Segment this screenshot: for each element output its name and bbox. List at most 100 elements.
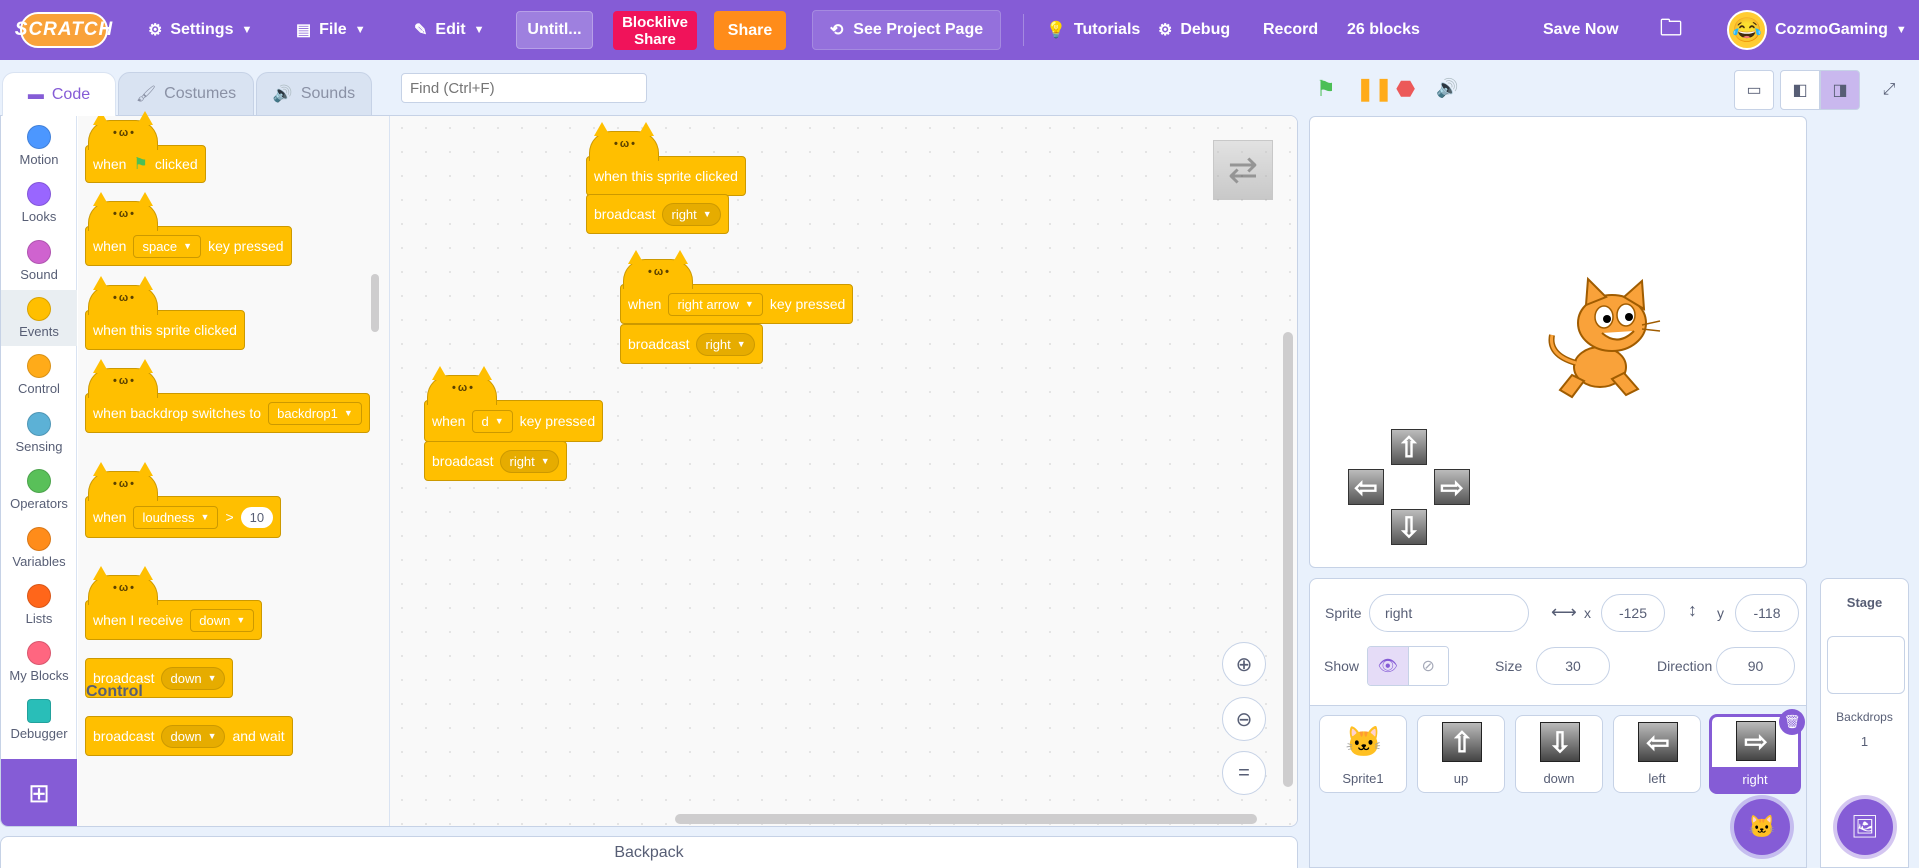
script-broadcast-block[interactable]: broadcast right ▼ <box>586 194 729 234</box>
key-dropdown[interactable]: right arrow ▼ <box>668 292 763 316</box>
left-arrow-sprite[interactable]: ⇦ <box>1348 469 1384 505</box>
script-when-sprite-clicked-hat[interactable]: •ω• when this sprite clicked <box>586 122 746 196</box>
file-menu[interactable]: ▤ File ▼ <box>296 0 366 60</box>
tab-code[interactable]: ▬ Code <box>2 72 116 116</box>
fullscreen-button[interactable]: ⤢ <box>1869 70 1909 110</box>
y-position-input[interactable]: -118 <box>1735 594 1799 632</box>
category-my-blocks[interactable]: My Blocks <box>1 634 77 690</box>
sprite-tile-left[interactable]: ⇦ left <box>1613 715 1701 793</box>
category-control[interactable]: Control <box>1 347 77 403</box>
tab-costumes[interactable]: 🖌 Costumes <box>118 72 254 116</box>
block-text: key pressed <box>208 238 284 254</box>
backpack-bar[interactable]: Backpack <box>0 836 1298 868</box>
choose-sprite-button[interactable]: 🐱 <box>1734 799 1790 855</box>
console-view-button[interactable]: ▭ <box>1734 70 1774 110</box>
category-lists[interactable]: Lists <box>1 577 77 633</box>
broadcast-dropdown[interactable]: right ▼ <box>662 202 721 226</box>
small-stage-button[interactable]: ◧ <box>1780 70 1820 110</box>
broadcast-dropdown[interactable]: right ▼ <box>500 449 559 473</box>
scratch-cat-sprite[interactable] <box>1542 275 1662 405</box>
script-broadcast-block[interactable]: broadcast right ▼ <box>424 441 567 481</box>
category-sensing[interactable]: Sensing <box>1 405 77 461</box>
block-when-backdrop-switches[interactable]: •ω• when backdrop switches to backdrop1 ▼ <box>85 359 370 433</box>
dropdown-value: right <box>509 453 535 469</box>
up-arrow-sprite[interactable]: ⇧ <box>1391 429 1427 465</box>
category-motion[interactable]: Motion <box>1 118 77 174</box>
delete-sprite-button[interactable]: 🗑 <box>1779 709 1805 735</box>
size-input[interactable]: 30 <box>1536 647 1610 685</box>
workspace-horizontal-scrollbar[interactable] <box>675 814 1257 824</box>
zoom-in-button[interactable]: ⊕ <box>1222 642 1266 686</box>
find-input[interactable] <box>401 73 647 103</box>
record-button[interactable]: Record <box>1263 0 1318 60</box>
backdrop-dropdown[interactable]: backdrop1 ▼ <box>268 401 362 425</box>
block-text: when this sprite clicked <box>594 168 738 184</box>
zoom-out-button[interactable]: ⊖ <box>1222 697 1266 741</box>
sprite-tile-up[interactable]: ⇧ up <box>1417 715 1505 793</box>
script-when-d-pressed-hat[interactable]: •ω• when d ▼ key pressed <box>424 366 604 442</box>
lists-dot-icon <box>27 584 51 608</box>
chevron-down-icon: ▼ <box>354 24 366 36</box>
right-arrow-sprite[interactable]: ⇨ <box>1434 469 1470 505</box>
sensor-dropdown[interactable]: loudness ▼ <box>133 505 219 529</box>
variables-dot-icon <box>27 527 51 551</box>
category-events[interactable]: Events <box>1 290 77 346</box>
tab-sounds[interactable]: 🔊 Sounds <box>256 72 372 116</box>
project-title-input[interactable]: Untitl... <box>516 11 593 49</box>
scratch-logo[interactable]: SCRATCH <box>15 12 112 48</box>
zoom-reset-button[interactable]: = <box>1222 751 1266 795</box>
stage-canvas[interactable]: ⇧ ⇦ ⇨ ⇩ <box>1309 116 1807 568</box>
account-menu[interactable]: 😂 CozmoGaming ▼ <box>1727 0 1907 60</box>
add-extension-button[interactable]: ⊞ <box>1 759 77 826</box>
block-when-loudness[interactable]: •ω• when loudness ▼ > 10 <box>85 462 282 538</box>
share-button[interactable]: Share <box>714 11 786 50</box>
category-variables[interactable]: Variables <box>1 520 77 576</box>
category-looks[interactable]: Looks <box>1 175 77 231</box>
sprite-name-input[interactable]: right <box>1369 594 1529 632</box>
script-when-key-pressed-hat[interactable]: •ω• when right arrow ▼ key pressed <box>620 250 854 324</box>
block-when-flag-clicked[interactable]: •ω• when ⚑ clicked <box>85 111 206 183</box>
see-project-page-button[interactable]: ⟲ See Project Page <box>812 10 1001 50</box>
key-dropdown[interactable]: d ▼ <box>472 409 513 433</box>
category-debugger[interactable]: Debugger <box>1 692 77 748</box>
loudness-value-input[interactable]: 10 <box>240 506 274 528</box>
sprite-tile-sprite1[interactable]: 🐱 Sprite1 <box>1319 715 1407 793</box>
category-sound[interactable]: Sound <box>1 233 77 289</box>
normal-stage-button[interactable]: ◨ <box>1820 70 1860 110</box>
blocklive-share-button[interactable]: Blocklive Share <box>613 11 697 50</box>
stop-icon[interactable]: ⬣ <box>1396 76 1415 102</box>
block-broadcast-and-wait[interactable]: broadcast down ▼ and wait <box>85 716 293 756</box>
pause-icon[interactable]: ❚❚ <box>1356 76 1393 102</box>
save-now-button[interactable]: Save Now <box>1543 0 1619 60</box>
block-when-i-receive[interactable]: •ω• when I receive down ▼ <box>85 566 263 640</box>
block-when-key-pressed[interactable]: •ω• when space ▼ key pressed <box>85 192 292 266</box>
script-broadcast-block[interactable]: broadcast right ▼ <box>620 324 763 364</box>
tutorials-button[interactable]: 💡 Tutorials <box>1046 0 1140 60</box>
edit-menu[interactable]: ✎ Edit ▼ <box>414 0 485 60</box>
down-arrow-sprite[interactable]: ⇩ <box>1391 509 1427 545</box>
green-flag-icon[interactable]: ⚑ <box>1316 76 1336 102</box>
stage-thumbnail[interactable] <box>1827 636 1905 694</box>
dropdown-value: d <box>481 413 489 429</box>
broadcast-dropdown[interactable]: down ▼ <box>161 666 226 690</box>
sprite-tile-down[interactable]: ⇩ down <box>1515 715 1603 793</box>
settings-menu[interactable]: ⚙ Settings ▼ <box>148 0 252 60</box>
x-position-input[interactable]: -125 <box>1601 594 1665 632</box>
category-operators[interactable]: Operators <box>1 462 77 518</box>
mute-speaker-icon[interactable]: 🔊 <box>1436 78 1458 99</box>
folder-icon[interactable]: 🗀 <box>1660 0 1682 60</box>
palette-scrollbar[interactable] <box>371 274 379 332</box>
direction-input[interactable]: 90 <box>1716 647 1795 685</box>
broadcast-dropdown[interactable]: right ▼ <box>696 332 755 356</box>
show-hidden-button[interactable]: ⊘ <box>1407 647 1448 685</box>
message-dropdown[interactable]: down ▼ <box>190 608 255 632</box>
show-visible-button[interactable]: 👁 <box>1368 647 1408 685</box>
broadcast-wait-dropdown[interactable]: down ▼ <box>161 724 226 748</box>
block-when-sprite-clicked[interactable]: •ω• when this sprite clicked <box>85 276 245 350</box>
category-label: Looks <box>21 209 57 224</box>
debug-button[interactable]: ⚙ Debug <box>1158 0 1230 60</box>
key-dropdown[interactable]: space ▼ <box>133 234 202 258</box>
workspace-vertical-scrollbar[interactable] <box>1283 332 1293 787</box>
choose-backdrop-button[interactable]: 🖼 <box>1837 799 1893 855</box>
dropdown-arrow-icon: ▼ <box>343 408 353 418</box>
